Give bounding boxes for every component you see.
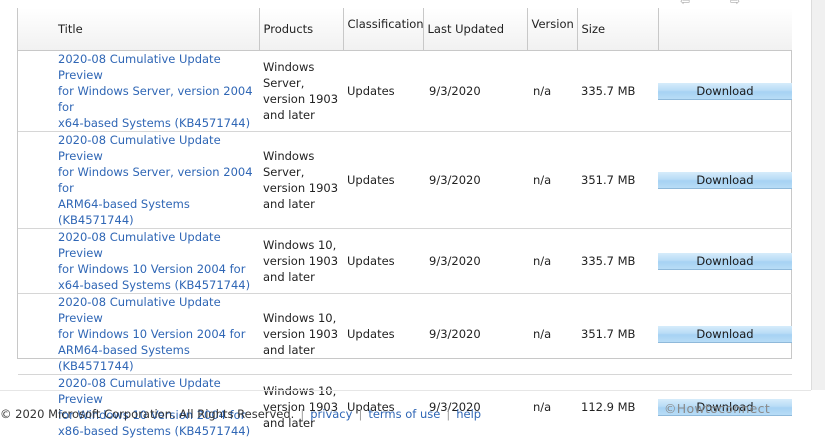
products-line: version 1903 — [263, 327, 338, 341]
pager-arrows-icon: ⇦⇨ — [680, 0, 780, 8]
products-line: Windows 10, — [263, 311, 336, 325]
update-title-line: 2020-08 Cumulative Update Preview — [58, 230, 221, 260]
update-title-line: ARM64-based Systems (KB4571744) — [58, 343, 190, 373]
table-row: 2020-08 Cumulative Update Previewfor Win… — [18, 132, 792, 229]
download-button[interactable]: Download — [658, 172, 792, 189]
classification-cell: Updates — [343, 294, 423, 375]
update-title-link[interactable]: 2020-08 Cumulative Update Preview for Win… — [58, 295, 245, 373]
help-link[interactable]: help — [456, 407, 481, 421]
update-title-line: x64-based Systems (KB4571744) — [58, 116, 250, 130]
products-cell: Windows Server, version 1903 and later — [259, 132, 343, 229]
products-line: and later — [263, 270, 315, 284]
update-title-cell: 2020-08 Cumulative Update Preview for Win… — [18, 294, 259, 375]
table-row: 2020-08 Cumulative Update Preview for Win… — [18, 229, 792, 294]
products-line: version 1903 — [263, 92, 338, 106]
size-cell: 112.9 MB — [577, 375, 658, 439]
last-updated-cell: 9/3/2020 — [423, 229, 527, 294]
products-line: version 1903 — [263, 181, 338, 195]
products-line: Windows — [263, 149, 314, 163]
update-title-cell: 2020-08 Cumulative Update Previewfor Win… — [18, 51, 259, 132]
privacy-link[interactable]: privacy — [310, 407, 352, 421]
table-header-row: Title Products Classification Last Updat… — [18, 8, 792, 51]
version-cell: n/a — [527, 294, 577, 375]
footer-separator: | — [300, 407, 304, 421]
column-header-last-updated[interactable]: Last Updated — [423, 8, 527, 51]
version-cell: n/a — [527, 132, 577, 229]
footer-separator: | — [446, 407, 450, 421]
last-updated-cell: 9/3/2020 — [423, 132, 527, 229]
search-results-table-container: Title Products Classification Last Updat… — [17, 8, 792, 359]
vertical-scrollbar[interactable] — [811, 0, 825, 390]
classification-cell: Updates — [343, 229, 423, 294]
column-header-size[interactable]: Size — [577, 8, 658, 51]
products-line: Windows 10, — [263, 384, 336, 398]
update-title-line: 2020-08 Cumulative Update Preview — [58, 52, 221, 82]
classification-cell: Updates — [343, 132, 423, 229]
update-title-line: 2020-08 Cumulative Update Preview — [58, 295, 221, 325]
update-title-link[interactable]: 2020-08 Cumulative Update Previewfor Win… — [58, 133, 253, 227]
update-title-line: ARM64-based Systems (KB4571744) — [58, 197, 190, 227]
download-cell: Download — [658, 132, 792, 229]
download-cell: Download — [658, 294, 792, 375]
footer-separator: | — [358, 407, 362, 421]
classification-cell: Updates — [343, 51, 423, 132]
last-updated-cell: 9/3/2020 — [423, 51, 527, 132]
update-title-cell: 2020-08 Cumulative Update Preview for Win… — [18, 229, 259, 294]
update-title-line: x86-based Systems (KB4571744) — [58, 424, 250, 438]
footer-divider — [0, 390, 811, 391]
update-title-cell: 2020-08 Cumulative Update Previewfor Win… — [18, 132, 259, 229]
products-cell: Windows Server, version 1903 and later — [259, 51, 343, 132]
update-title-line: for Windows 10 Version 2004 for — [58, 327, 245, 341]
terms-of-use-link[interactable]: terms of use — [368, 407, 440, 421]
last-updated-cell: 9/3/2020 — [423, 294, 527, 375]
size-cell: 335.7 MB — [577, 229, 658, 294]
download-button[interactable]: Download — [658, 326, 792, 343]
update-title-link[interactable]: 2020-08 Cumulative Update Previewfor Win… — [58, 52, 253, 130]
update-title-line: for Windows Server, version 2004 for — [58, 84, 253, 114]
products-line: and later — [263, 197, 315, 211]
column-header-products[interactable]: Products — [259, 8, 343, 51]
version-cell: n/a — [527, 229, 577, 294]
products-cell: Windows 10, version 1903 and later — [259, 229, 343, 294]
update-title-line: x64-based Systems (KB4571744) — [58, 278, 250, 292]
products-line: Server, — [263, 76, 304, 90]
column-header-download — [658, 8, 792, 51]
version-cell: n/a — [527, 375, 577, 439]
update-title-line: for Windows 10 Version 2004 for — [58, 262, 245, 276]
download-cell: Download — [658, 229, 792, 294]
download-button[interactable]: Download — [658, 253, 792, 270]
clipped-top-area: ⇦⇨ — [0, 0, 811, 8]
column-header-classification[interactable]: Classification — [343, 8, 423, 51]
products-cell: Windows 10, version 1903 and later — [259, 294, 343, 375]
products-line: Server, — [263, 165, 304, 179]
size-cell: 335.7 MB — [577, 51, 658, 132]
update-title-line: for Windows Server, version 2004 for — [58, 165, 253, 195]
size-cell: 351.7 MB — [577, 132, 658, 229]
update-title-line: 2020-08 Cumulative Update Preview — [58, 376, 221, 406]
products-line: version 1903 — [263, 254, 338, 268]
column-header-version[interactable]: Version — [527, 8, 577, 51]
products-line: Windows 10, — [263, 238, 336, 252]
download-button[interactable]: Download — [658, 83, 792, 100]
watermark-logo: ©Howtoconnect — [664, 401, 770, 416]
products-line: and later — [263, 108, 315, 122]
download-cell: Download — [658, 51, 792, 132]
size-cell: 351.7 MB — [577, 294, 658, 375]
products-line: Windows — [263, 60, 314, 74]
column-header-title[interactable]: Title — [18, 8, 259, 51]
search-results-table: Title Products Classification Last Updat… — [18, 8, 792, 439]
table-row: 2020-08 Cumulative Update Preview for Win… — [18, 294, 792, 375]
table-row: 2020-08 Cumulative Update Previewfor Win… — [18, 51, 792, 132]
products-line: and later — [263, 343, 315, 357]
update-title-line: 2020-08 Cumulative Update Preview — [58, 133, 221, 163]
copyright-text: © 2020 Microsoft Corporation. All Rights… — [0, 407, 294, 421]
update-title-link[interactable]: 2020-08 Cumulative Update Preview for Win… — [58, 230, 250, 292]
page-footer: © 2020 Microsoft Corporation. All Rights… — [0, 407, 481, 421]
version-cell: n/a — [527, 51, 577, 132]
